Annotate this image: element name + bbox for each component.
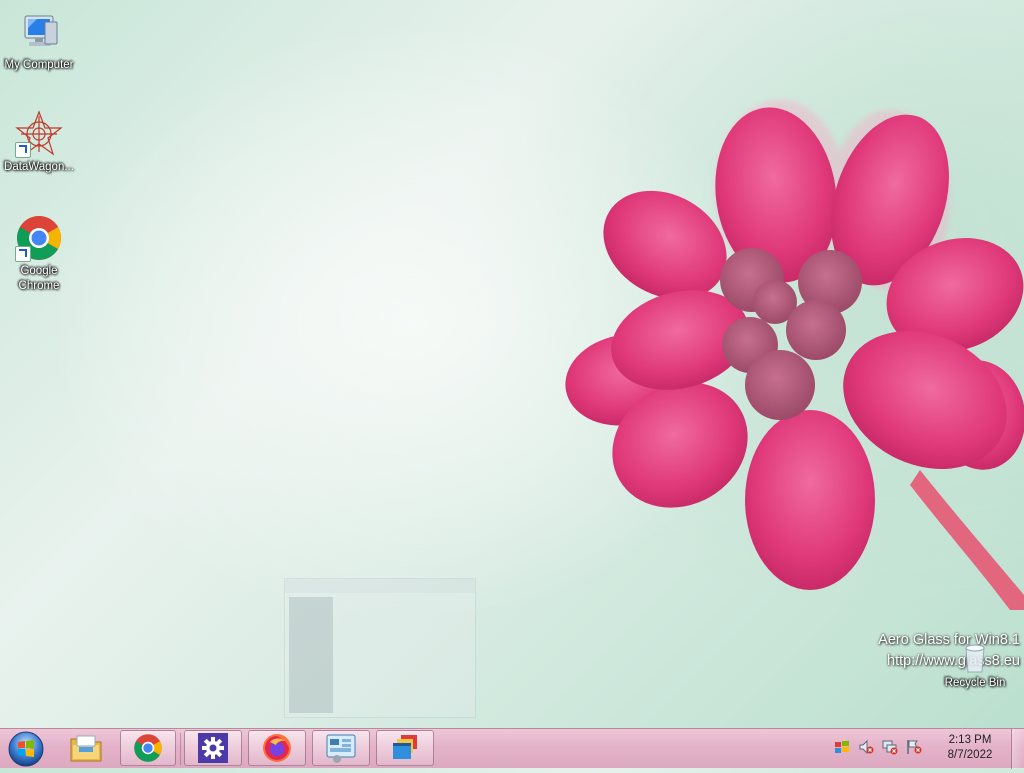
network-disconnected-icon[interactable]	[882, 739, 898, 755]
desktop-icon-my-computer[interactable]: My Computer	[0, 8, 78, 73]
taskbar-file-explorer[interactable]	[58, 730, 114, 766]
shortcut-arrow-icon	[15, 142, 31, 158]
settings-gear-icon	[198, 733, 228, 763]
wallpaper-flower	[565, 100, 1024, 610]
windows-stack-icon	[393, 735, 417, 759]
firefox-icon	[263, 734, 291, 762]
taskbar-separator	[180, 733, 181, 765]
taskbar-clock[interactable]: 2:13 PM 8/7/2022	[938, 733, 1002, 763]
datawagon-icon	[15, 110, 63, 158]
system-tray	[834, 739, 922, 755]
chrome-icon	[15, 214, 63, 262]
desktop-icon-datawagon[interactable]: DataWagon...	[0, 110, 78, 175]
ghost-window-preview	[284, 578, 476, 718]
control-panel-icon	[326, 734, 356, 763]
taskbar-settings[interactable]	[184, 730, 242, 766]
clock-date: 8/7/2022	[947, 749, 993, 761]
taskbar-window-stack[interactable]	[376, 730, 434, 766]
clock-time: 2:13 PM	[948, 734, 992, 746]
speaker-muted-icon[interactable]	[858, 739, 874, 755]
shortcut-arrow-icon	[15, 246, 31, 262]
action-center-flag-icon[interactable]	[834, 739, 850, 755]
flag-error-icon[interactable]	[906, 739, 922, 755]
desktop-icon-label: DataWagon...	[4, 161, 74, 173]
windows-start-icon	[8, 731, 44, 767]
file-explorer-icon	[70, 735, 102, 762]
start-button[interactable]	[6, 730, 46, 768]
desktop-icon-recycle-bin[interactable]: Recycle Bin	[936, 640, 1014, 691]
desktop-icon-google-chrome[interactable]: Google Chrome	[0, 214, 78, 294]
desktop: My Computer DataWagon... Google Chrome A…	[0, 0, 1024, 728]
desktop-icon-label: My Computer	[4, 59, 74, 71]
recycle-bin-icon	[958, 640, 992, 674]
desktop-icon-label: Google Chrome	[18, 265, 60, 292]
desktop-icon-label: Recycle Bin	[944, 677, 1006, 689]
taskbar-chrome[interactable]	[120, 730, 176, 766]
taskbar: 2:13 PM 8/7/2022	[0, 728, 1024, 769]
show-desktop-button[interactable]	[1011, 729, 1024, 769]
chrome-icon	[134, 734, 162, 762]
taskbar-control-panel[interactable]	[312, 730, 370, 766]
computer-icon	[15, 8, 63, 56]
taskbar-firefox[interactable]	[248, 730, 306, 766]
